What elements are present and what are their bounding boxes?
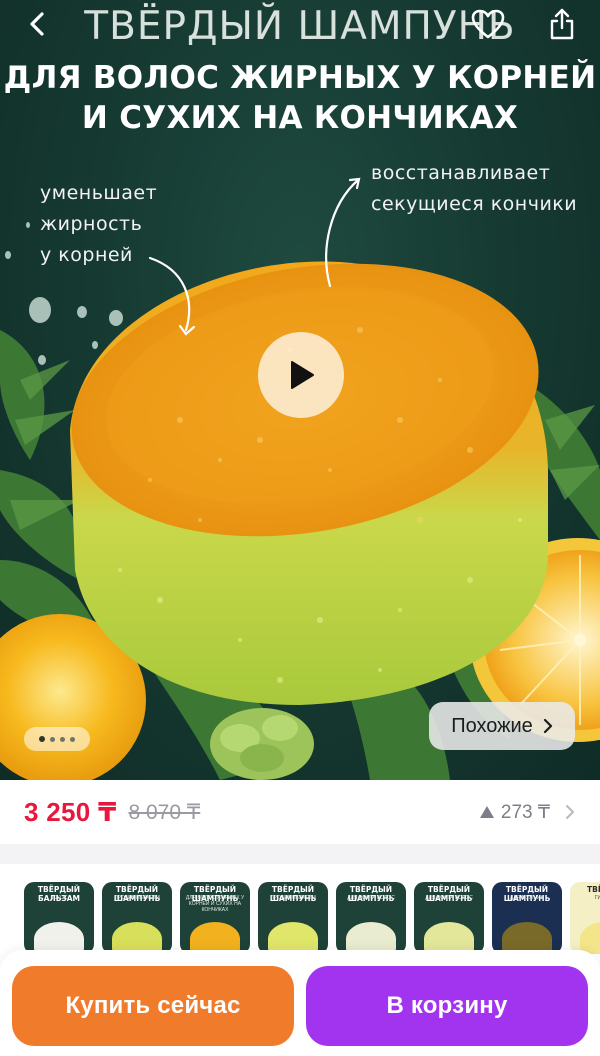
share-button[interactable] [538,0,586,48]
chevron-right-icon [543,719,552,733]
hero-subtitle: ДЛЯ ВОЛОС ЖИРНЫХ У КОРНЕЙ И СУХИХ НА КОН… [0,58,600,138]
heart-icon [471,9,505,39]
similar-label: Похожие [451,714,533,737]
variant-subtitle: ПРОТИВ ПЕРХОТИ [114,895,160,901]
triangle-up-icon [479,806,494,818]
purchase-bar: Купить сейчас В корзину [0,950,600,1056]
chevron-left-icon [30,12,44,36]
note-left-line: жирность [40,213,143,235]
variant-selector: ТВЁРДЫЙ БАЛЬЗАМ КОКОС ТВЁРДЫЙ ШАМПУНЬ ПРОТИ… [0,864,600,964]
note-left-line: у корней [40,244,133,266]
similar-products-button[interactable]: Похожие [429,702,575,750]
variant-subtitle: ГИПОАЛ [594,895,600,901]
add-to-cart-button[interactable]: В корзину [306,966,588,1046]
favorite-button[interactable] [464,0,512,48]
variant-list: ТВЁРДЫЙ БАЛЬЗАМ КОКОС ТВЁРДЫЙ ШАМПУНЬ ПРОТИ… [24,882,600,954]
buy-now-button[interactable]: Купить сейчас [12,966,294,1046]
hero-subtitle-line1: ДЛЯ ВОЛОС ЖИРНЫХ У КОРНЕЙ [3,60,597,96]
old-price: 8 070 ₸ [128,800,201,824]
price-history-link[interactable]: 273 ₸ [479,801,576,824]
gallery-pagination [24,727,90,751]
share-icon [550,8,574,40]
benefit-note-right: восстанавливает секущиеся кончики [371,158,577,220]
pagination-dot [60,736,65,742]
variant-subtitle: ДЛЯ МУЖЧИН [509,895,545,901]
price-row: 3 250 ₸ 8 070 ₸ 273 ₸ [0,780,600,844]
variant-card[interactable]: ТВЁРДЫЙ ШАМПУНЬ ПРОТИВ ПЕРХОТИ [258,882,328,954]
note-left-line: уменьшает [40,182,158,204]
benefit-note-left: уменьшает жирность у корней [40,178,157,271]
current-price: 3 250 ₸ [24,796,117,827]
note-right-line: секущиеся кончики [371,193,578,215]
variant-title: ТВЁРДЫ [587,885,600,894]
variant-card[interactable]: ТВЁРДЫЙ ШАМПУНЬ ДЛЯ РОСТА ВОЛОС [336,882,406,954]
variant-subtitle: КОКОС [50,895,68,901]
pagination-dot-active [39,736,45,742]
product-gallery[interactable]: ТВЁРДЫЙ ШАМПУНЬ ДЛЯ ВОЛОС ЖИРНЫХ У КОРНЕ… [0,0,600,780]
variant-card[interactable]: ТВЁРДЫЙ ШАМПУНЬ ДЛЯ МУЖЧИН [492,882,562,954]
variant-card[interactable]: ТВЁРДЫГИПОАЛ [570,882,600,954]
bonus-value: 273 ₸ [500,801,550,823]
section-divider [0,844,600,864]
play-icon [291,361,314,389]
hero-subtitle-line2: И СУХИХ НА КОНЧИКАХ [81,100,519,136]
variant-card[interactable]: ТВЁРДЫЙ ШАМПУНЬ ДЛЯ ВОЛОС ЖИРНЫХ У КОРНЕЙ… [180,882,250,954]
variant-subtitle: ПРОТИВ ПЕРХОТИ [270,895,316,901]
variant-subtitle: ДЛЯ РОСТА ВОЛОС [425,895,473,901]
variant-card[interactable]: ТВЁРДЫЙ ШАМПУНЬ ПРОТИВ ПЕРХОТИ [102,882,172,954]
variant-card[interactable]: ТВЁРДЫЙ БАЛЬЗАМ КОКОС [24,882,94,954]
chevron-right-icon [566,805,574,819]
back-button[interactable] [14,0,62,48]
variant-subtitle: ДЛЯ ВОЛОС ЖИРНЫХ У КОРНЕЙ И СУХИХ НА КОН… [185,895,245,913]
variant-subtitle: ДЛЯ РОСТА ВОЛОС [347,895,395,901]
hop-cone [210,708,314,780]
note-right-line: восстанавливает [371,162,551,184]
variant-card[interactable]: ТВЁРДЫЙ ШАМПУНЬ ДЛЯ РОСТА ВОЛОС [414,882,484,954]
play-video-button[interactable] [258,332,344,418]
shampoo-bar [70,261,548,705]
pagination-dot [70,736,75,742]
pagination-dot [50,736,55,742]
variant-product-image [580,922,600,954]
